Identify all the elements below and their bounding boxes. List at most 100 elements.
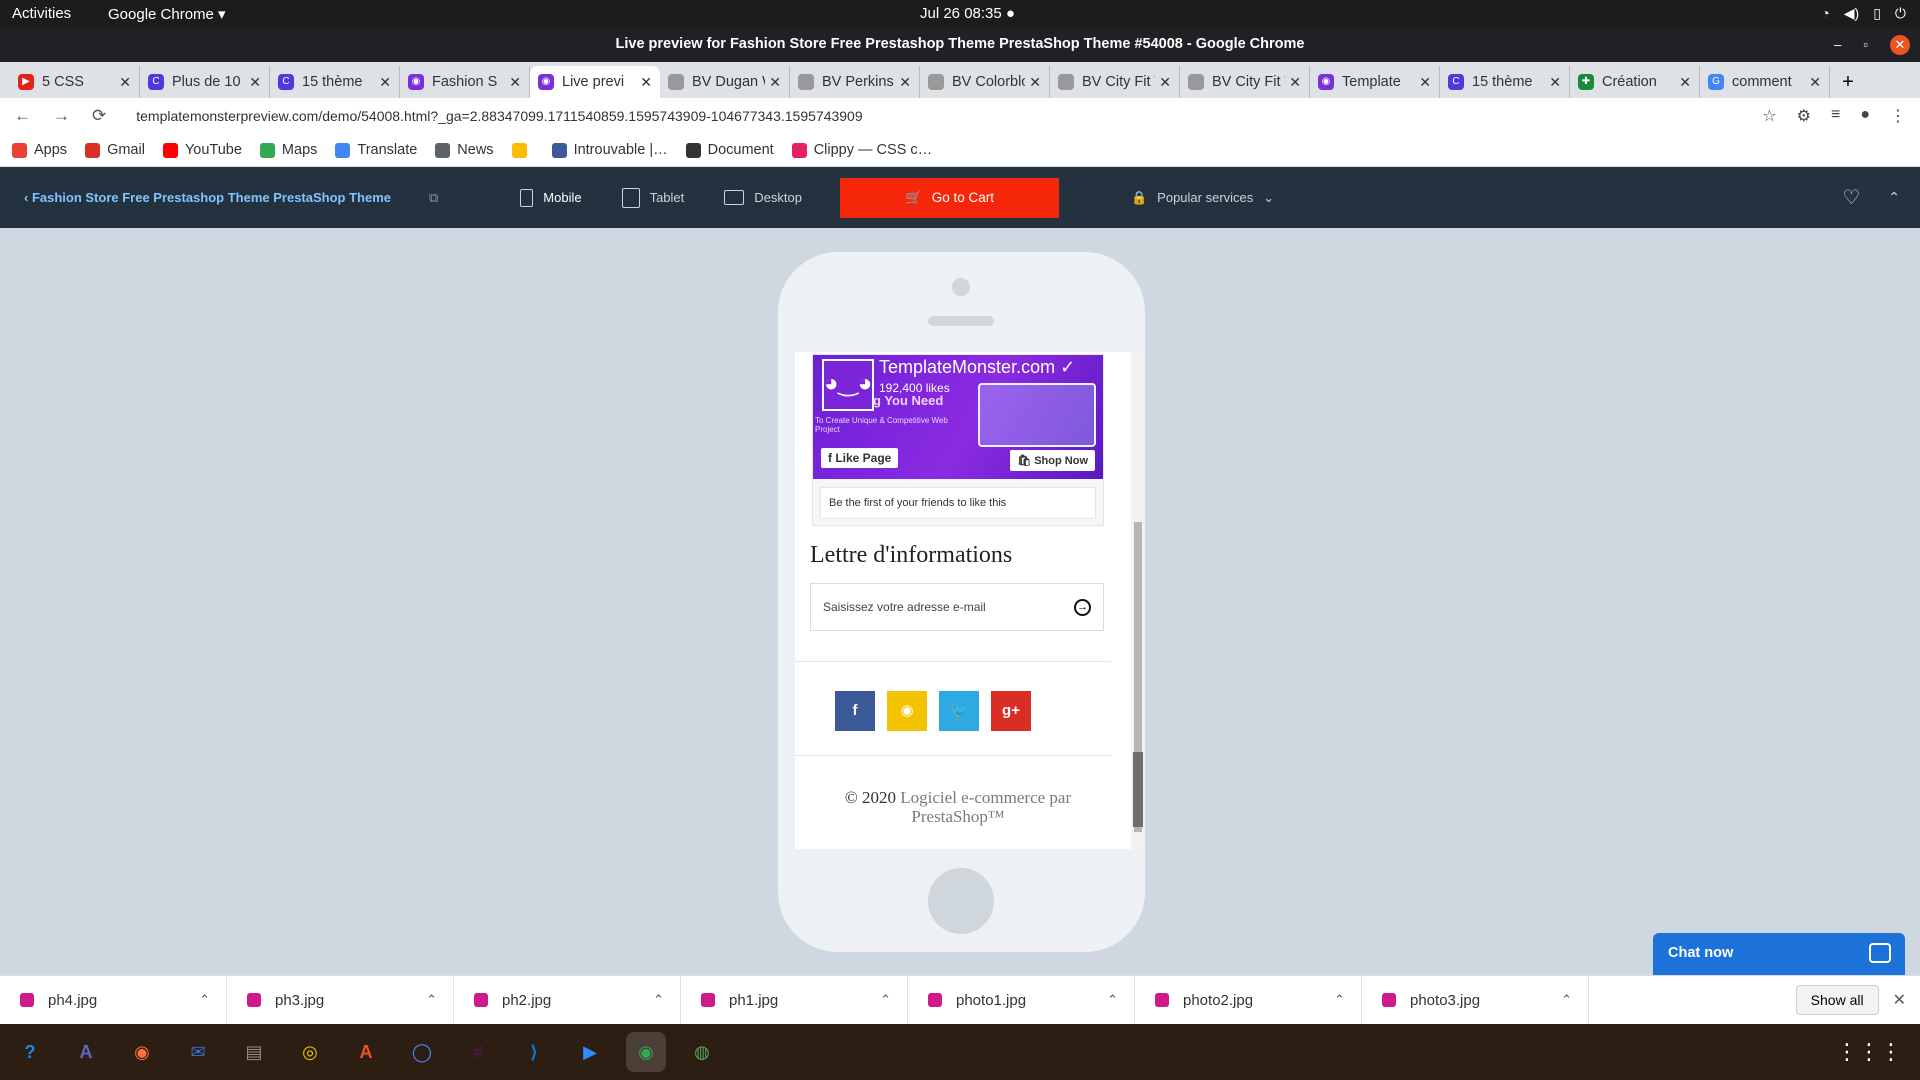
tab-close-icon[interactable]: ✕ <box>1159 74 1171 91</box>
bookmark-item[interactable]: Document <box>685 142 774 158</box>
network-icon[interactable]: ◍ <box>682 1032 722 1072</box>
tab-item[interactable]: C 15 thème ✕ <box>1440 66 1570 98</box>
new-tab-button[interactable]: + <box>1830 66 1866 98</box>
back-icon[interactable]: ← <box>14 106 31 126</box>
chevron-up-icon[interactable]: ⌃ <box>1561 992 1572 1008</box>
bookmark-item[interactable]: News <box>435 142 494 158</box>
tab-item[interactable]: ◉ Fashion S ✕ <box>400 66 530 98</box>
slack-icon[interactable]: # <box>458 1032 498 1072</box>
external-link-icon[interactable]: ⧉ <box>429 190 438 206</box>
tab-item[interactable]: C Plus de 10 ✕ <box>140 66 270 98</box>
maximize-button[interactable]: ▫ <box>1863 27 1868 62</box>
tab-item[interactable]: BV City Fit Tu✕ <box>1180 66 1310 98</box>
prestashop-link[interactable]: Logiciel e-commerce par PrestaShop™ <box>900 788 1071 826</box>
menu-icon[interactable]: ⋮ <box>1890 106 1906 126</box>
bookmark-item[interactable]: Translate <box>335 142 417 158</box>
social-rss-button[interactable]: ◉ <box>887 691 927 731</box>
go-to-cart-button[interactable]: 🛒 Go to Cart <box>839 177 1059 218</box>
tab-close-icon[interactable]: ✕ <box>899 74 911 91</box>
desktop-view-button[interactable]: Desktop <box>724 190 802 205</box>
translate-icon[interactable]: A <box>66 1032 106 1072</box>
mobile-view-button[interactable]: Mobile <box>520 188 582 207</box>
tablet-view-button[interactable]: Tablet <box>621 187 684 208</box>
collapse-icon[interactable]: ⌃ <box>1888 189 1900 206</box>
download-item[interactable]: photo2.jpg ⌃ <box>1135 975 1362 1025</box>
forward-icon[interactable]: → <box>53 106 70 126</box>
tab-item[interactable]: ✚ Création ✕ <box>1570 66 1700 98</box>
phone-scrollbar[interactable] <box>1131 352 1145 849</box>
download-item[interactable]: ph3.jpg ⌃ <box>227 975 454 1025</box>
show-all-button[interactable]: Show all <box>1795 985 1879 1015</box>
chevron-up-icon[interactable]: ⌃ <box>199 992 210 1008</box>
media-icon[interactable]: ≡ <box>1831 106 1840 126</box>
tab-item[interactable]: BV Perkins P✕ <box>790 66 920 98</box>
bookmark-item[interactable]: Maps <box>259 142 317 158</box>
heart-icon[interactable]: ♡ <box>1842 185 1860 210</box>
window-close-button[interactable]: ✕ <box>1890 34 1910 55</box>
firefox-icon[interactable]: ◉ <box>122 1032 162 1072</box>
chat-now-widget[interactable]: Chat now <box>1653 933 1905 975</box>
rhythmbox-icon[interactable]: ◎ <box>290 1032 330 1072</box>
tab-item[interactable]: C 15 thème ✕ <box>270 66 400 98</box>
url-field[interactable]: templatemonsterpreview.com/demo/54008.ht… <box>136 108 1762 124</box>
software-icon[interactable]: A <box>346 1032 386 1072</box>
chrome-icon[interactable]: ◉ <box>626 1032 666 1072</box>
social-google-plus-button[interactable]: g+ <box>991 691 1031 731</box>
tab-item[interactable]: ▶ 5 CSS ✕ <box>10 66 140 98</box>
social-twitter-button[interactable]: 🐦 <box>939 691 979 731</box>
bookmark-item[interactable]: Apps <box>12 142 67 158</box>
tab-item[interactable]: ◉ Template ✕ <box>1310 66 1440 98</box>
clock[interactable]: Jul 26 08:35 ● <box>920 5 1015 22</box>
chevron-up-icon[interactable]: ⌃ <box>426 992 437 1008</box>
shop-now-button[interactable]: 🛍 Shop Now <box>1010 450 1095 471</box>
chevron-up-icon[interactable]: ⌃ <box>880 992 891 1008</box>
bookmark-item[interactable]: Introuvable |… <box>551 142 668 158</box>
tab-close-icon[interactable]: ✕ <box>640 74 652 91</box>
tab-close-icon[interactable]: ✕ <box>249 74 261 91</box>
download-item[interactable]: ph1.jpg ⌃ <box>681 975 908 1025</box>
help-icon[interactable]: ? <box>10 1032 50 1072</box>
social-facebook-button[interactable]: f <box>835 691 875 731</box>
tab-close-icon[interactable]: ✕ <box>509 74 521 91</box>
app-grid-icon[interactable]: ⋮⋮⋮ <box>1836 1039 1902 1065</box>
minimize-button[interactable]: – <box>1834 27 1841 62</box>
reload-icon[interactable]: ⟳ <box>92 106 106 126</box>
newsletter-email-input[interactable]: Saisissez votre adresse e-mail <box>810 583 1104 631</box>
tab-close-icon[interactable]: ✕ <box>1029 74 1041 91</box>
tab-close-icon[interactable]: ✕ <box>1289 74 1301 91</box>
download-item[interactable]: ph2.jpg ⌃ <box>454 975 681 1025</box>
thunderbird-icon[interactable]: ✉ <box>178 1032 218 1072</box>
page-name[interactable]: TemplateMonster.com ✓ <box>879 357 1075 378</box>
chevron-up-icon[interactable]: ⌃ <box>1334 992 1345 1008</box>
bookmark-item[interactable] <box>511 142 534 158</box>
scrollbar-thumb[interactable] <box>1133 752 1143 827</box>
download-item[interactable]: photo3.jpg ⌃ <box>1362 975 1589 1025</box>
tab-close-icon[interactable]: ✕ <box>1679 74 1691 91</box>
download-item[interactable]: photo1.jpg ⌃ <box>908 975 1135 1025</box>
back-to-theme-link[interactable]: ‹ Fashion Store Free Prestashop Theme Pr… <box>24 190 391 205</box>
system-tray[interactable]: ◔ ◀) ▯ ⏻ <box>1821 5 1906 22</box>
bookmark-item[interactable]: Clippy — CSS c… <box>791 142 932 158</box>
popular-services-dropdown[interactable]: 🔒 Popular services ⌄ <box>1131 190 1274 206</box>
extensions-icon[interactable]: ⚙ <box>1797 106 1811 126</box>
tab-close-icon[interactable]: ✕ <box>119 74 131 91</box>
close-downloads-icon[interactable]: ✕ <box>1893 990 1906 1010</box>
app-menu[interactable]: Google Chrome ▾ <box>108 5 226 23</box>
chromium-icon[interactable]: ◯ <box>402 1032 442 1072</box>
bookmark-item[interactable]: YouTube <box>162 142 242 158</box>
zoom-icon[interactable]: ▶ <box>570 1032 610 1072</box>
download-item[interactable]: ph4.jpg ⌃ <box>0 975 227 1025</box>
tab-item[interactable]: ◉ Live previ ✕ <box>530 66 660 98</box>
tab-item[interactable]: Gcomment ✕ <box>1700 66 1830 98</box>
tab-item[interactable]: BV Dugan W✕ <box>660 66 790 98</box>
tab-close-icon[interactable]: ✕ <box>1809 74 1821 91</box>
tab-close-icon[interactable]: ✕ <box>1419 74 1431 91</box>
files-icon[interactable]: ▤ <box>234 1032 274 1072</box>
bookmark-star-icon[interactable]: ☆ <box>1762 106 1776 126</box>
tab-close-icon[interactable]: ✕ <box>379 74 391 91</box>
tab-close-icon[interactable]: ✕ <box>769 74 781 91</box>
chevron-up-icon[interactable]: ⌃ <box>653 992 664 1008</box>
profile-avatar[interactable]: ● <box>1860 106 1870 126</box>
tab-item[interactable]: BV Colorbloc✕ <box>920 66 1050 98</box>
like-page-button[interactable]: f Like Page <box>821 448 899 468</box>
